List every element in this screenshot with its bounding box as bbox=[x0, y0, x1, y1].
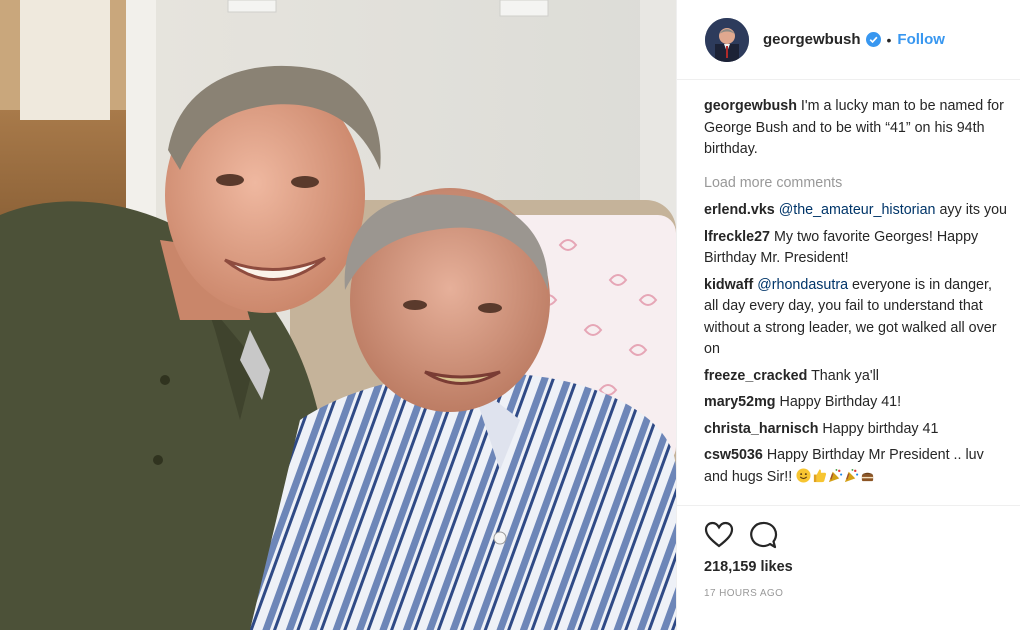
post-header: georgewbush • Follow bbox=[677, 0, 1020, 80]
comments-list: georgewbush I'm a lucky man to be named … bbox=[704, 96, 1010, 493]
avatar[interactable] bbox=[705, 17, 749, 62]
thumbs-up-emoji bbox=[814, 468, 827, 482]
comment-username[interactable]: lfreckle27 bbox=[704, 229, 770, 245]
comment-item: lfreckle27 My two favorite Georges! Happ… bbox=[704, 227, 1010, 270]
post-actions-bar: 218,159 likes 17 HOURS AGO bbox=[677, 505, 1020, 631]
comment-item: mary52mg Happy Birthday 41! bbox=[704, 392, 1010, 414]
comment-mention[interactable]: @the_amateur_historian bbox=[779, 202, 936, 218]
post-photo[interactable] bbox=[0, 0, 676, 630]
comment-item: freeze_cracked Thank ya'll bbox=[704, 366, 1010, 388]
comment-username[interactable]: erlend.vks bbox=[704, 202, 775, 218]
action-icons bbox=[704, 520, 792, 550]
comment-mention[interactable]: @rhondasutra bbox=[757, 277, 848, 293]
load-more-comments-button[interactable]: Load more comments bbox=[704, 173, 1010, 195]
comment-text: Happy Birthday 41! bbox=[779, 394, 902, 410]
comment-text: Thank ya'll bbox=[811, 367, 879, 384]
post-side-panel: georgewbush • Follow georgewbush I'm a l… bbox=[676, 0, 1020, 630]
likes-count[interactable]: 218,159 likes bbox=[704, 559, 793, 575]
header-username[interactable]: georgewbush bbox=[763, 31, 861, 48]
comment-bubble-icon[interactable] bbox=[748, 520, 778, 550]
avatar-image bbox=[705, 17, 749, 62]
comment-item: erlend.vks @the_amateur_historian ayy it… bbox=[704, 200, 1010, 222]
party-popper-emoji bbox=[829, 468, 843, 482]
comment-item: csw5036 Happy Birthday Mr President .. l… bbox=[704, 445, 1010, 488]
party-popper-emoji bbox=[845, 468, 859, 482]
heart-icon[interactable] bbox=[704, 520, 734, 550]
comment-text: Happy birthday 41 bbox=[822, 420, 939, 437]
separator-dot: • bbox=[886, 31, 892, 48]
photo-two-men-smiling bbox=[0, 0, 676, 630]
verified-badge-icon bbox=[865, 32, 881, 47]
comment-username[interactable]: mary52mg bbox=[704, 394, 776, 410]
comment-item: christa_harnisch Happy birthday 41 bbox=[704, 419, 1010, 441]
comment-item: kidwaff @rhondasutra everyone is in dang… bbox=[704, 275, 1010, 361]
smiling-face-emoji bbox=[796, 467, 811, 483]
caption-username[interactable]: georgewbush bbox=[704, 98, 797, 114]
caption: georgewbush I'm a lucky man to be named … bbox=[704, 96, 1010, 161]
cake-emoji bbox=[862, 472, 874, 481]
comment-username[interactable]: freeze_cracked bbox=[704, 368, 807, 384]
comment-username[interactable]: csw5036 bbox=[704, 447, 763, 463]
comment-username[interactable]: kidwaff bbox=[704, 277, 753, 293]
follow-button[interactable]: Follow bbox=[897, 31, 945, 48]
comment-username[interactable]: christa_harnisch bbox=[704, 421, 818, 437]
comment-text: ayy its you bbox=[935, 202, 1008, 218]
instagram-post: georgewbush • Follow georgewbush I'm a l… bbox=[0, 0, 1020, 630]
post-timestamp[interactable]: 17 HOURS AGO bbox=[704, 588, 783, 599]
